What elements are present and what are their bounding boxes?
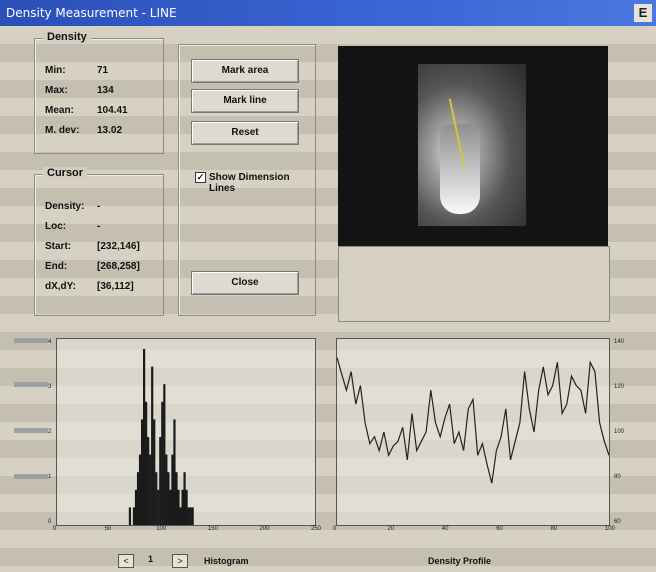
image-info-panel bbox=[338, 246, 610, 322]
histogram-bar bbox=[140, 419, 144, 525]
density-max-row: Max: 134 bbox=[45, 85, 114, 96]
histogram-bar bbox=[163, 384, 166, 525]
window-title: Density Measurement - LINE bbox=[6, 6, 177, 20]
density-group: Density Min: 71 Max: 134 Mean: 104.41 M. de… bbox=[34, 31, 164, 154]
histogram-bar bbox=[167, 472, 170, 525]
tick-label: 100 bbox=[614, 429, 625, 435]
density-legend: Density bbox=[43, 31, 91, 43]
density-profile-chart bbox=[336, 338, 610, 526]
tick-label: 0 bbox=[333, 526, 337, 532]
tick-label: 1 bbox=[48, 474, 52, 480]
histogram-bar bbox=[153, 419, 156, 525]
histogram-bar bbox=[165, 454, 168, 525]
dialog-body: Density Min: 71 Max: 134 Mean: 104.41 M. de… bbox=[0, 26, 656, 572]
histogram-bar bbox=[161, 401, 164, 525]
tick-label: 80 bbox=[614, 474, 621, 480]
tick-label: 4 bbox=[48, 339, 52, 345]
density-mean-row: Mean: 104.41 bbox=[45, 105, 128, 116]
title-bar: Density Measurement - LINE E bbox=[0, 0, 656, 26]
tick-label: 20 bbox=[387, 526, 395, 532]
histogram-page-number: 1 bbox=[148, 554, 154, 564]
histogram-bar bbox=[155, 472, 158, 525]
cursor-group: Cursor Density: - Loc: - Start: [232,146] E… bbox=[34, 167, 164, 316]
histogram-bar bbox=[179, 507, 182, 525]
tick-label: 0 bbox=[48, 519, 52, 525]
close-window-icon[interactable]: E bbox=[634, 4, 652, 22]
histogram-bar bbox=[138, 454, 142, 525]
scale-bar bbox=[14, 428, 48, 433]
histogram-bar bbox=[134, 489, 138, 525]
density-min-row: Min: 71 bbox=[45, 65, 109, 76]
histogram-label: Histogram bbox=[204, 556, 249, 566]
tick-label: 50 bbox=[104, 526, 112, 532]
histogram-chart bbox=[56, 338, 316, 526]
cursor-density-row: Density: - bbox=[45, 201, 101, 212]
tick-label: 120 bbox=[614, 384, 625, 390]
tick-label: 2 bbox=[48, 429, 52, 435]
density-profile-label: Density Profile bbox=[428, 556, 492, 566]
histogram-bar bbox=[159, 437, 162, 525]
show-dimension-label: Show Dimension bbox=[209, 172, 290, 184]
histogram-bar bbox=[157, 489, 160, 525]
mark-line-button[interactable]: Mark line bbox=[191, 89, 299, 113]
tick-label: 0 bbox=[53, 526, 57, 532]
cursor-end-row: End: [268,258] bbox=[45, 261, 140, 272]
show-dimension-checkbox[interactable]: ✓ Show Dimension Lines bbox=[195, 172, 290, 194]
histogram-bar bbox=[177, 489, 180, 525]
tick-label: 60 bbox=[496, 526, 503, 532]
checkbox-check-icon[interactable]: ✓ bbox=[195, 172, 206, 183]
histogram-next-button[interactable]: > bbox=[172, 554, 188, 568]
histogram-prev-button[interactable]: < bbox=[118, 554, 134, 568]
density-profile-line bbox=[337, 357, 609, 484]
cursor-loc-row: Loc: - bbox=[45, 221, 101, 232]
tick-label: 250 bbox=[311, 526, 322, 532]
histogram-bar bbox=[175, 472, 178, 525]
histogram-bar bbox=[189, 507, 192, 525]
histogram-bar bbox=[191, 507, 194, 525]
cursor-legend: Cursor bbox=[43, 167, 88, 179]
show-dimension-label-line2: Lines bbox=[209, 183, 236, 195]
histogram-bar bbox=[187, 507, 190, 525]
tick-label: 200 bbox=[259, 526, 270, 532]
scale-bar bbox=[14, 474, 48, 479]
histogram-bar bbox=[183, 472, 186, 525]
histogram-bar bbox=[173, 419, 176, 525]
histogram-scale-strip bbox=[6, 334, 52, 524]
histogram-bar bbox=[181, 489, 184, 525]
histogram-bar bbox=[143, 349, 146, 525]
histogram-bar bbox=[151, 366, 154, 525]
tick-label: 80 bbox=[550, 526, 558, 532]
scale-bar bbox=[14, 382, 48, 387]
histogram-bar bbox=[185, 489, 188, 525]
reset-button[interactable]: Reset bbox=[191, 121, 299, 145]
tooth-shape bbox=[440, 124, 480, 214]
tick-label: 40 bbox=[441, 526, 449, 532]
histogram-bar bbox=[149, 454, 152, 525]
xray-image[interactable] bbox=[338, 46, 608, 246]
tick-label: 150 bbox=[207, 526, 218, 532]
scale-bar bbox=[14, 338, 48, 343]
histogram-bar bbox=[171, 454, 174, 525]
close-button[interactable]: Close bbox=[191, 271, 299, 295]
mark-area-button[interactable]: Mark area bbox=[191, 59, 299, 83]
tick-label: 140 bbox=[614, 339, 625, 345]
cursor-start-row: Start: [232,146] bbox=[45, 241, 140, 252]
histogram-bar bbox=[169, 489, 172, 525]
histogram-bar bbox=[145, 401, 148, 525]
histogram-bar bbox=[147, 437, 150, 525]
actions-group: Mark area Mark line Reset ✓ Show Dimensio… bbox=[178, 44, 316, 316]
histogram-bar bbox=[136, 472, 140, 525]
xray-film bbox=[418, 64, 526, 226]
histogram-bar bbox=[132, 507, 136, 525]
density-mdev-row: M. dev: 13.02 bbox=[45, 125, 123, 136]
histogram-bar bbox=[128, 507, 132, 525]
tick-label: 100 bbox=[605, 526, 616, 532]
cursor-delta-row: dX,dY: [36,112] bbox=[45, 281, 134, 292]
tick-label: 100 bbox=[156, 526, 167, 532]
tick-label: 60 bbox=[614, 519, 621, 525]
tick-label: 3 bbox=[48, 384, 52, 390]
